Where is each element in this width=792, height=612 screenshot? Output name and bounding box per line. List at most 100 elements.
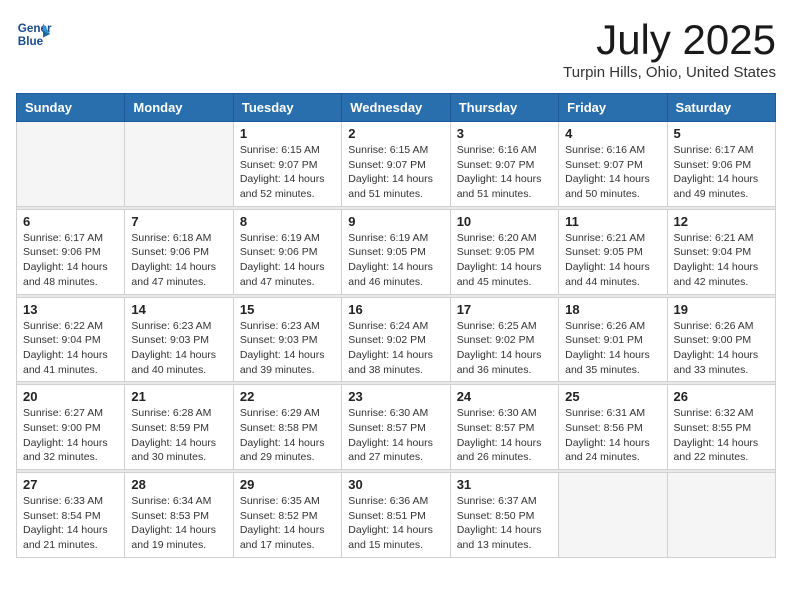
day-info: Sunrise: 6:36 AM Sunset: 8:51 PM Dayligh… [348, 494, 443, 553]
day-info: Sunrise: 6:34 AM Sunset: 8:53 PM Dayligh… [131, 494, 226, 553]
table-row: 17 Sunrise: 6:25 AM Sunset: 9:02 PM Dayl… [450, 297, 558, 382]
sunset-text: Sunset: 9:07 PM [457, 159, 535, 171]
table-row: 25 Sunrise: 6:31 AM Sunset: 8:56 PM Dayl… [559, 385, 667, 470]
day-info: Sunrise: 6:29 AM Sunset: 8:58 PM Dayligh… [240, 406, 335, 465]
calendar-header-row: Sunday Monday Tuesday Wednesday Thursday… [17, 94, 776, 122]
day-number: 29 [240, 477, 335, 492]
table-row [125, 122, 233, 207]
table-row: 12 Sunrise: 6:21 AM Sunset: 9:04 PM Dayl… [667, 209, 775, 294]
day-info: Sunrise: 6:32 AM Sunset: 8:55 PM Dayligh… [674, 406, 769, 465]
day-info: Sunrise: 6:30 AM Sunset: 8:57 PM Dayligh… [457, 406, 552, 465]
day-info: Sunrise: 6:15 AM Sunset: 9:07 PM Dayligh… [240, 143, 335, 202]
table-row: 29 Sunrise: 6:35 AM Sunset: 8:52 PM Dayl… [233, 473, 341, 558]
sunrise-text: Sunrise: 6:30 AM [348, 407, 428, 419]
daylight-text: Daylight: 14 hours and 27 minutes. [348, 437, 433, 464]
daylight-text: Daylight: 14 hours and 41 minutes. [23, 349, 108, 376]
sunset-text: Sunset: 8:53 PM [131, 510, 209, 522]
day-number: 20 [23, 389, 118, 404]
month-title: July 2025 [563, 16, 776, 64]
day-info: Sunrise: 6:25 AM Sunset: 9:02 PM Dayligh… [457, 319, 552, 378]
day-number: 8 [240, 214, 335, 229]
sunset-text: Sunset: 9:03 PM [131, 334, 209, 346]
sunrise-text: Sunrise: 6:25 AM [457, 320, 537, 332]
day-number: 10 [457, 214, 552, 229]
daylight-text: Daylight: 14 hours and 19 minutes. [131, 524, 216, 551]
table-row: 4 Sunrise: 6:16 AM Sunset: 9:07 PM Dayli… [559, 122, 667, 207]
daylight-text: Daylight: 14 hours and 48 minutes. [23, 261, 108, 288]
sunrise-text: Sunrise: 6:21 AM [565, 232, 645, 244]
title-section: July 2025 Turpin Hills, Ohio, United Sta… [563, 16, 776, 81]
day-info: Sunrise: 6:26 AM Sunset: 9:01 PM Dayligh… [565, 319, 660, 378]
daylight-text: Daylight: 14 hours and 39 minutes. [240, 349, 325, 376]
sunrise-text: Sunrise: 6:36 AM [348, 495, 428, 507]
day-number: 25 [565, 389, 660, 404]
day-number: 13 [23, 302, 118, 317]
daylight-text: Daylight: 14 hours and 45 minutes. [457, 261, 542, 288]
day-info: Sunrise: 6:26 AM Sunset: 9:00 PM Dayligh… [674, 319, 769, 378]
table-row [667, 473, 775, 558]
day-number: 31 [457, 477, 552, 492]
day-number: 17 [457, 302, 552, 317]
sunset-text: Sunset: 8:50 PM [457, 510, 535, 522]
sunrise-text: Sunrise: 6:17 AM [23, 232, 103, 244]
calendar-week-row: 6 Sunrise: 6:17 AM Sunset: 9:06 PM Dayli… [17, 209, 776, 294]
day-number: 26 [674, 389, 769, 404]
sunset-text: Sunset: 9:02 PM [457, 334, 535, 346]
sunrise-text: Sunrise: 6:16 AM [457, 144, 537, 156]
sunrise-text: Sunrise: 6:22 AM [23, 320, 103, 332]
daylight-text: Daylight: 14 hours and 40 minutes. [131, 349, 216, 376]
table-row: 15 Sunrise: 6:23 AM Sunset: 9:03 PM Dayl… [233, 297, 341, 382]
day-number: 24 [457, 389, 552, 404]
sunset-text: Sunset: 8:54 PM [23, 510, 101, 522]
table-row: 13 Sunrise: 6:22 AM Sunset: 9:04 PM Dayl… [17, 297, 125, 382]
sunset-text: Sunset: 9:06 PM [23, 246, 101, 258]
table-row: 23 Sunrise: 6:30 AM Sunset: 8:57 PM Dayl… [342, 385, 450, 470]
header-thursday: Thursday [450, 94, 558, 122]
day-info: Sunrise: 6:37 AM Sunset: 8:50 PM Dayligh… [457, 494, 552, 553]
daylight-text: Daylight: 14 hours and 22 minutes. [674, 437, 759, 464]
table-row: 31 Sunrise: 6:37 AM Sunset: 8:50 PM Dayl… [450, 473, 558, 558]
sunrise-text: Sunrise: 6:15 AM [348, 144, 428, 156]
daylight-text: Daylight: 14 hours and 42 minutes. [674, 261, 759, 288]
header-saturday: Saturday [667, 94, 775, 122]
day-info: Sunrise: 6:21 AM Sunset: 9:04 PM Dayligh… [674, 231, 769, 290]
daylight-text: Daylight: 14 hours and 32 minutes. [23, 437, 108, 464]
day-info: Sunrise: 6:23 AM Sunset: 9:03 PM Dayligh… [131, 319, 226, 378]
daylight-text: Daylight: 14 hours and 15 minutes. [348, 524, 433, 551]
table-row: 27 Sunrise: 6:33 AM Sunset: 8:54 PM Dayl… [17, 473, 125, 558]
table-row: 8 Sunrise: 6:19 AM Sunset: 9:06 PM Dayli… [233, 209, 341, 294]
day-info: Sunrise: 6:19 AM Sunset: 9:05 PM Dayligh… [348, 231, 443, 290]
day-number: 5 [674, 126, 769, 141]
day-number: 28 [131, 477, 226, 492]
sunset-text: Sunset: 8:57 PM [457, 422, 535, 434]
day-number: 30 [348, 477, 443, 492]
sunset-text: Sunset: 8:58 PM [240, 422, 318, 434]
table-row: 14 Sunrise: 6:23 AM Sunset: 9:03 PM Dayl… [125, 297, 233, 382]
sunrise-text: Sunrise: 6:26 AM [565, 320, 645, 332]
sunset-text: Sunset: 9:06 PM [131, 246, 209, 258]
calendar-week-row: 20 Sunrise: 6:27 AM Sunset: 9:00 PM Dayl… [17, 385, 776, 470]
day-info: Sunrise: 6:23 AM Sunset: 9:03 PM Dayligh… [240, 319, 335, 378]
day-number: 19 [674, 302, 769, 317]
day-info: Sunrise: 6:18 AM Sunset: 9:06 PM Dayligh… [131, 231, 226, 290]
sunrise-text: Sunrise: 6:31 AM [565, 407, 645, 419]
daylight-text: Daylight: 14 hours and 44 minutes. [565, 261, 650, 288]
sunrise-text: Sunrise: 6:18 AM [131, 232, 211, 244]
table-row: 9 Sunrise: 6:19 AM Sunset: 9:05 PM Dayli… [342, 209, 450, 294]
sunrise-text: Sunrise: 6:37 AM [457, 495, 537, 507]
day-number: 6 [23, 214, 118, 229]
header-tuesday: Tuesday [233, 94, 341, 122]
day-number: 27 [23, 477, 118, 492]
day-number: 16 [348, 302, 443, 317]
sunrise-text: Sunrise: 6:32 AM [674, 407, 754, 419]
day-number: 11 [565, 214, 660, 229]
day-info: Sunrise: 6:30 AM Sunset: 8:57 PM Dayligh… [348, 406, 443, 465]
sunrise-text: Sunrise: 6:19 AM [348, 232, 428, 244]
table-row: 11 Sunrise: 6:21 AM Sunset: 9:05 PM Dayl… [559, 209, 667, 294]
sunset-text: Sunset: 9:06 PM [674, 159, 752, 171]
daylight-text: Daylight: 14 hours and 38 minutes. [348, 349, 433, 376]
daylight-text: Daylight: 14 hours and 47 minutes. [240, 261, 325, 288]
table-row: 1 Sunrise: 6:15 AM Sunset: 9:07 PM Dayli… [233, 122, 341, 207]
sunset-text: Sunset: 9:02 PM [348, 334, 426, 346]
day-number: 15 [240, 302, 335, 317]
